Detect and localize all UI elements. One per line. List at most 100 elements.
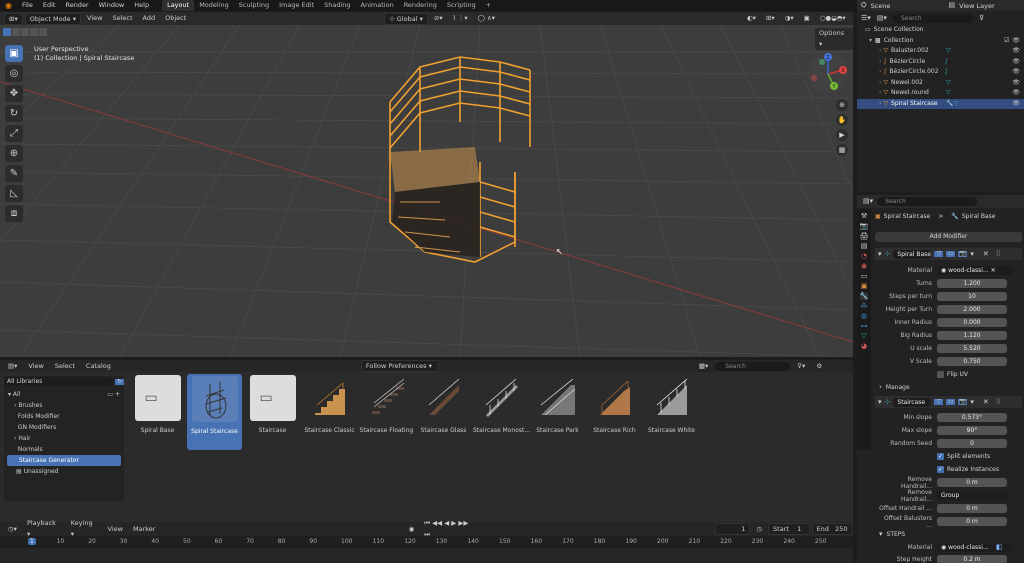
pivot-icon[interactable]: ⊘▾ [430, 13, 447, 24]
modifier-dropdown-icon[interactable]: ▾ [970, 250, 974, 258]
select-mode-subtract-icon[interactable] [21, 28, 29, 36]
particles-tab-icon[interactable]: ⁂ [861, 303, 868, 310]
timeline-menu-marker[interactable]: Marker [129, 524, 159, 535]
flip-uv-row[interactable]: Flip UV [937, 369, 1024, 380]
menu-edit[interactable]: Edit [38, 0, 61, 11]
mode-dropdown[interactable]: Object Mode ▾ [24, 12, 82, 25]
refresh-icon[interactable]: ↻ [115, 378, 124, 385]
drag-handle-icon[interactable]: ⠿ [996, 398, 1001, 406]
modifier-dropdown-icon[interactable]: ▾ [970, 398, 974, 406]
steps-section-row[interactable]: ▾ STEPS [879, 529, 1024, 540]
u-scale-field[interactable]: 5.520 [937, 344, 1007, 353]
catalog-item[interactable]: Normals [4, 444, 124, 455]
display-mode-icon[interactable]: ▦▾ [695, 361, 712, 372]
viewport-menu-select[interactable]: Select [108, 13, 136, 24]
data-tab-icon[interactable]: ▽ [861, 333, 866, 340]
library-dropdown[interactable]: All Libraries [4, 377, 112, 386]
ortho-toggle-icon[interactable]: ▦ [836, 144, 848, 156]
physics-tab-icon[interactable]: ◍ [861, 313, 867, 320]
split-elements-checkbox[interactable]: ✓ [937, 453, 944, 460]
big-radius-field[interactable]: 1.120 [937, 331, 1007, 340]
collection-tab-icon[interactable]: ▭ [861, 273, 868, 280]
zoom-icon[interactable]: ⊕ [836, 99, 848, 111]
view-layer-tab-icon[interactable]: ▤ [861, 243, 868, 250]
asset-item[interactable]: Staircase Classic [302, 375, 357, 437]
3d-viewport[interactable]: ⊞▾ Object Mode ▾ View Select Add Object … [0, 12, 853, 357]
modifier-name-field[interactable]: Spiral Base [893, 249, 932, 259]
scene-selector[interactable]: Scene [871, 2, 891, 10]
move-tool-icon[interactable]: ✥ [5, 85, 23, 102]
scene-collection-row[interactable]: ▭ Scene Collection [857, 25, 1024, 36]
viewport-toggle-icon[interactable]: ▭ [946, 399, 956, 405]
start-frame-field[interactable]: Start 1 [768, 523, 810, 535]
constraints-tab-icon[interactable]: ⊶ [861, 323, 868, 330]
tab-layout[interactable]: Layout [162, 0, 195, 11]
overlay-toggle-icon[interactable]: ◑▾ [781, 13, 798, 24]
random-seed-field[interactable]: 0 [937, 439, 1007, 448]
add-workspace-button[interactable]: + [481, 0, 496, 11]
asset-menu-view[interactable]: View [24, 361, 47, 372]
expand-chevron-icon[interactable]: › [879, 79, 881, 86]
visibility-icon[interactable]: ◐▾ [743, 13, 760, 24]
collection-exclude-checkbox-icon[interactable]: ☑ [1004, 37, 1009, 44]
measure-tool-icon[interactable]: ◺ [5, 185, 23, 202]
add-cube-tool-icon[interactable]: ⧈ [5, 205, 23, 222]
render-toggle-icon[interactable]: 📷 [958, 399, 968, 405]
add-modifier-button[interactable]: Add Modifier [875, 232, 1022, 242]
outliner-search-input[interactable]: Search [892, 13, 973, 23]
split-elements-row[interactable]: ✓ Split elements [937, 451, 1024, 462]
manage-row[interactable]: › Manage [879, 382, 1024, 393]
steps-per-turn-field[interactable]: 10 [937, 292, 1007, 301]
catalog-item[interactable]: › Brushes [4, 400, 124, 411]
scale-tool-icon[interactable]: ⤢ [5, 125, 23, 142]
settings-gear-icon[interactable]: ⚙ [812, 361, 826, 372]
remove-handrail-field[interactable]: 0 m [937, 478, 1007, 487]
visibility-eye-icon[interactable]: 👁 [1012, 100, 1020, 107]
collection-visibility-eye-icon[interactable]: 👁 [1012, 37, 1020, 44]
asset-item[interactable]: Staircase Glass [416, 375, 471, 437]
select-mode-invert-icon[interactable] [30, 28, 38, 36]
asset-item-selected[interactable]: Spiral Staircase [187, 374, 242, 450]
blender-logo-icon[interactable]: ◉ [0, 0, 17, 11]
visibility-eye-icon[interactable]: 👁 [1012, 58, 1020, 65]
max-slope-field[interactable]: 90° [937, 426, 1007, 435]
outliner-item[interactable]: › ∫ BézierCircle.002 ∫ 👁 [857, 67, 1024, 78]
shading-modes-icon[interactable]: ○●◒◓▾ [816, 13, 850, 24]
asset-search-input[interactable]: Search [715, 361, 791, 371]
snap-icon[interactable]: ⌇ ⋮▾ [449, 13, 472, 24]
asset-item[interactable]: ▭ Staircase [245, 375, 300, 437]
gizmo-toggle-icon[interactable]: ⊞▾ [762, 13, 779, 24]
frame-ruler[interactable]: 1 10 20 30 40 50 60 70 80 90 100 110 120 130 140 150 160… [0, 536, 853, 548]
visibility-eye-icon[interactable]: 👁 [1012, 90, 1020, 96]
collapse-chevron-icon[interactable]: ▾ [878, 250, 882, 258]
turns-field[interactable]: 1.200 [937, 279, 1007, 288]
select-mode-intersect-icon[interactable] [39, 28, 47, 36]
asset-item[interactable]: Staircase Floating [359, 375, 414, 437]
rotate-tool-icon[interactable]: ↻ [5, 105, 23, 122]
flip-uv-checkbox[interactable] [937, 371, 944, 378]
asset-item[interactable]: Staircase Rich [587, 375, 642, 437]
object-tab-icon[interactable]: ▣ [861, 283, 868, 290]
tab-shading[interactable]: Shading [319, 0, 355, 11]
tab-sculpting[interactable]: Sculpting [234, 0, 274, 11]
select-box-tool-icon[interactable]: ▣ [5, 45, 23, 62]
inner-radius-field[interactable]: 0.000 [937, 318, 1007, 327]
transform-tool-icon[interactable]: ⊕ [5, 145, 23, 162]
menu-render[interactable]: Render [60, 0, 93, 11]
menu-help[interactable]: Help [129, 0, 154, 11]
xray-icon[interactable]: ▣ [800, 13, 814, 24]
modifier-tab-icon[interactable]: 🔧 [859, 293, 869, 300]
outliner-item[interactable]: › ∫ BézierCircle ∫ 👁 [857, 57, 1024, 68]
catalog-item[interactable]: › Hair [4, 433, 124, 444]
preview-range-icon[interactable]: ◷ [752, 524, 766, 535]
remove-modifier-icon[interactable]: ✕ [983, 398, 989, 406]
current-frame-field[interactable]: 1 [714, 523, 751, 535]
outliner-item[interactable]: › ▽ Baluster.002 ▽ 👁 [857, 46, 1024, 57]
catalog-item[interactable]: GN Modifiers [4, 422, 124, 433]
outliner-item-selected[interactable]: › ▽ Spiral Staircase 🔧 ▽ 👁 [857, 98, 1024, 109]
outliner-item[interactable]: › ▽ Newel.round ▽ 👁 [857, 88, 1024, 99]
import-method-dropdown[interactable]: Follow Preferences ▾ [360, 360, 439, 372]
v-scale-field[interactable]: 0.750 [937, 357, 1007, 366]
tool-tab-icon[interactable]: ⚒ [861, 213, 867, 220]
collection-row[interactable]: ▾ ▩ Collection ☑ 👁 [857, 36, 1024, 47]
